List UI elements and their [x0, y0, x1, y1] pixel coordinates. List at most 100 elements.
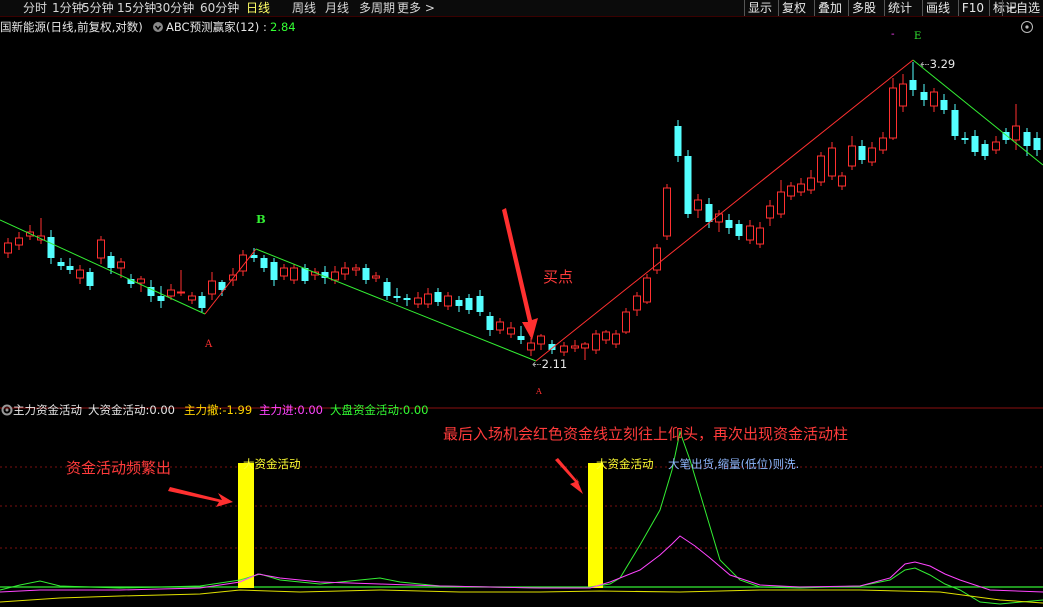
bar-label-left: 大资金活动	[243, 457, 301, 471]
candle-body	[137, 278, 145, 284]
candle-body	[694, 199, 702, 211]
indicator-field-big: 大资金活动:0.00	[88, 403, 175, 417]
candle-body	[47, 237, 55, 258]
candle-body	[981, 144, 989, 156]
sell-note: 大笔出货,缩量(低位)则洗.	[668, 457, 800, 471]
trend-line	[255, 248, 537, 362]
annotation-arrow-right	[555, 458, 583, 494]
wave-label-e: E	[914, 31, 922, 42]
fund-activity-bar	[588, 463, 603, 588]
candle-body	[444, 295, 452, 307]
candle-body	[643, 277, 651, 303]
candle-body	[889, 87, 897, 139]
candle-body	[879, 137, 887, 151]
high-price-label: ⇠3.29	[920, 57, 956, 71]
candle-body	[476, 296, 484, 312]
candle-body	[383, 282, 391, 296]
candle-body	[992, 141, 1000, 151]
indicator-field-market: 大盘资金活动:0.00	[330, 403, 429, 417]
candle-body	[517, 336, 525, 340]
candle-body	[280, 267, 288, 277]
candle-body	[1033, 138, 1041, 150]
candle-body	[424, 293, 432, 305]
candle-body	[1012, 125, 1020, 141]
candle-body	[507, 327, 515, 335]
candle-body	[807, 177, 815, 191]
main-withdraw-line	[0, 589, 1043, 604]
buy-point-annotation: 买点	[543, 268, 574, 286]
low-price-value: 2.11	[541, 357, 568, 371]
candle-body	[899, 83, 907, 107]
candle-body	[828, 147, 836, 177]
candle-body	[817, 155, 825, 183]
candle-body	[766, 205, 774, 219]
candle-body	[674, 126, 682, 156]
candle-body	[57, 262, 65, 266]
candle-body	[633, 295, 641, 311]
indicator-panel-name: 主力资金活动	[13, 403, 82, 417]
candle-body	[735, 224, 743, 236]
candle-body	[581, 343, 589, 349]
candle-body	[167, 289, 175, 297]
candle-body	[208, 280, 216, 295]
candle-body	[725, 220, 733, 228]
candle-body	[76, 269, 84, 279]
candle-body	[787, 185, 795, 197]
candle-body	[705, 204, 713, 222]
wave-label-b: B	[256, 212, 266, 226]
buy-arrow	[502, 208, 538, 340]
low-price-label: ⇠2.11	[532, 357, 568, 371]
candle-body	[537, 335, 545, 345]
candle-body	[198, 296, 206, 308]
candle-body	[157, 296, 165, 301]
candle-body	[270, 262, 278, 280]
candle-body	[527, 342, 535, 351]
fund-activity-bar	[238, 463, 254, 588]
candle-body	[1023, 132, 1031, 146]
candle-body	[188, 295, 196, 301]
candle-body	[971, 136, 979, 152]
candle-body	[961, 138, 969, 140]
candle-body	[4, 242, 12, 254]
candle-body	[560, 345, 568, 353]
entry-note-annotation: 最后入场机会红色资金线立刻往上仰头，再次出现资金活动柱	[443, 425, 849, 443]
annotation-arrow-left	[168, 487, 233, 507]
candle-body	[777, 191, 785, 215]
candle-body	[290, 267, 298, 281]
trend-line	[535, 59, 914, 362]
candle-body	[746, 225, 754, 241]
candle-body	[930, 91, 938, 107]
candle-body	[622, 311, 630, 333]
candle-body	[571, 345, 579, 349]
candle-body	[756, 227, 764, 245]
candle-body	[455, 300, 463, 306]
candle-body	[940, 100, 948, 110]
bar-label-right: 大资金活动	[596, 457, 654, 471]
candle-body	[592, 333, 600, 351]
kline-chart	[0, 59, 1043, 605]
candle-body	[331, 271, 339, 281]
high-price-value: 3.29	[929, 57, 956, 71]
settings-gear-icon[interactable]	[1, 403, 13, 417]
wave-label-a2: A	[536, 387, 542, 396]
candle-body	[352, 267, 360, 271]
trend-lines	[0, 59, 1043, 409]
candle-body	[920, 92, 928, 100]
candle-body	[97, 239, 105, 259]
candle-body	[362, 268, 370, 280]
candle-body	[486, 316, 494, 330]
wave-label-a1: A	[205, 339, 213, 350]
trend-line	[0, 219, 206, 315]
candle-body	[260, 258, 268, 268]
candle-body	[107, 256, 115, 268]
candle-body	[868, 147, 876, 163]
candle-body	[838, 175, 846, 187]
candlesticks	[4, 62, 1041, 360]
candle-body	[548, 344, 556, 350]
candle-body	[86, 272, 94, 286]
candle-body	[663, 187, 671, 237]
candle-body	[341, 267, 349, 275]
candle-body	[496, 321, 504, 331]
candle-body	[909, 80, 917, 90]
candle-body	[434, 292, 442, 302]
